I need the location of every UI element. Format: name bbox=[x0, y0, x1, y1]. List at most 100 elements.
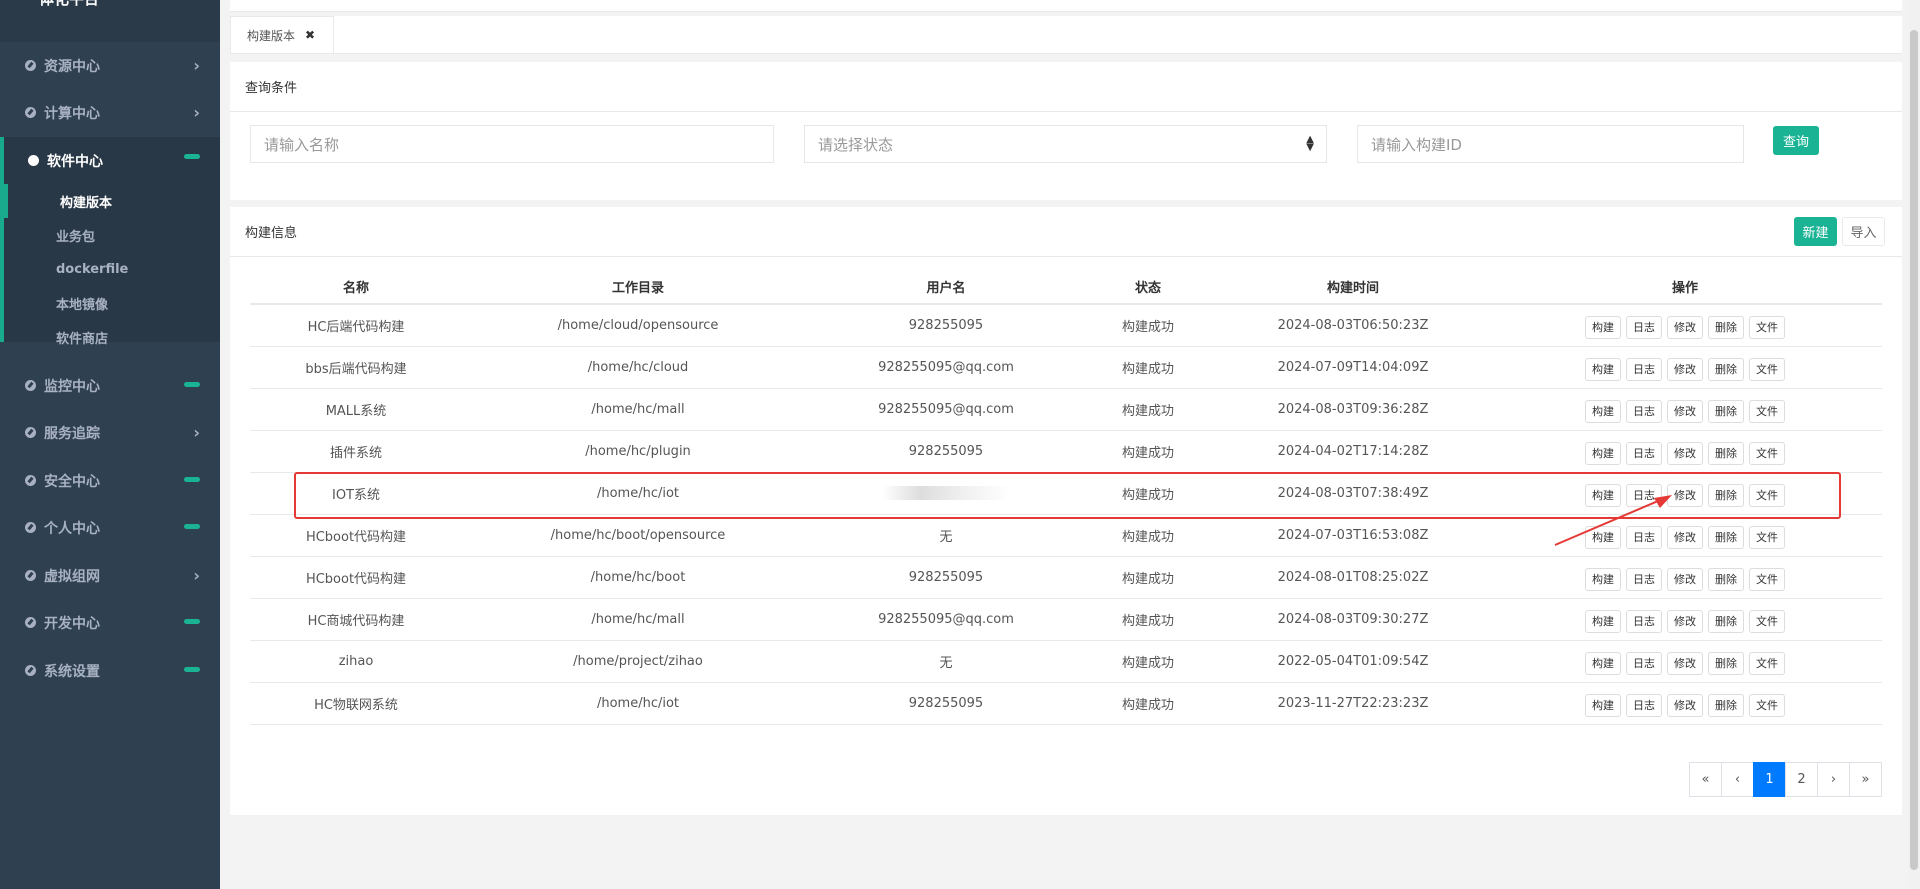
page-prev[interactable]: ‹ bbox=[1721, 762, 1754, 797]
row-actions: 构建 日志 修改 删除 文件 bbox=[1488, 354, 1882, 381]
log-button[interactable]: 日志 bbox=[1626, 441, 1662, 465]
gear-icon bbox=[25, 107, 36, 118]
col-user: 用户名 bbox=[814, 270, 1078, 305]
edit-button[interactable]: 修改 bbox=[1667, 399, 1703, 423]
sidebar-item-compute[interactable]: 计算中心 › bbox=[0, 89, 220, 136]
sidebar-item-software[interactable]: 软件中心 bbox=[4, 137, 220, 184]
import-button[interactable]: 导入 bbox=[1842, 217, 1885, 246]
sidebar-item-vnet[interactable]: 虚拟组网 › bbox=[0, 552, 220, 599]
sidebar-item-monitor[interactable]: 监控中心 bbox=[0, 362, 220, 409]
delete-button[interactable]: 删除 bbox=[1708, 399, 1744, 423]
file-button[interactable]: 文件 bbox=[1749, 525, 1785, 549]
sidebar-item-security[interactable]: 安全中心 bbox=[0, 457, 220, 504]
row-actions: 构建 日志 修改 删除 文件 bbox=[1488, 690, 1882, 717]
delete-button[interactable]: 删除 bbox=[1708, 357, 1744, 381]
sidebar-item-label: 安全中心 bbox=[44, 473, 100, 490]
build-id-input[interactable]: 请输入构建ID bbox=[1357, 125, 1744, 163]
build-button[interactable]: 构建 bbox=[1585, 567, 1621, 591]
log-button[interactable]: 日志 bbox=[1626, 357, 1662, 381]
delete-button[interactable]: 删除 bbox=[1708, 567, 1744, 591]
delete-button[interactable]: 删除 bbox=[1708, 441, 1744, 465]
gear-icon bbox=[25, 617, 36, 628]
pagination: « ‹ 1 2 › » bbox=[1689, 762, 1882, 797]
file-button[interactable]: 文件 bbox=[1749, 651, 1785, 675]
page-next[interactable]: › bbox=[1817, 762, 1850, 797]
sidebar-item-settings[interactable]: 系统设置 bbox=[0, 647, 220, 694]
log-button[interactable]: 日志 bbox=[1626, 315, 1662, 339]
sidebar: 一体化平台 资源中心 › 计算中心 › 软件中心 构建版本 业务包 docker… bbox=[0, 0, 220, 889]
submenu-business-package[interactable]: 业务包 bbox=[4, 218, 220, 252]
cell-dir: /home/hc/mall bbox=[462, 598, 814, 641]
log-button[interactable]: 日志 bbox=[1626, 651, 1662, 675]
build-button[interactable]: 构建 bbox=[1585, 441, 1621, 465]
log-button[interactable]: 日志 bbox=[1626, 567, 1662, 591]
build-button[interactable]: 构建 bbox=[1585, 609, 1621, 633]
cell-dir: /home/cloud/opensource bbox=[462, 304, 814, 347]
status-select[interactable]: 请选择状态 ▲ ▼ bbox=[804, 125, 1327, 163]
build-button[interactable]: 构建 bbox=[1585, 693, 1621, 717]
file-button[interactable]: 文件 bbox=[1749, 357, 1785, 381]
sidebar-item-resource[interactable]: 资源中心 › bbox=[0, 42, 220, 89]
file-button[interactable]: 文件 bbox=[1749, 441, 1785, 465]
edit-button[interactable]: 修改 bbox=[1667, 357, 1703, 381]
file-button[interactable]: 文件 bbox=[1749, 609, 1785, 633]
search-button[interactable]: 查询 bbox=[1773, 126, 1819, 155]
submenu-local-image[interactable]: 本地镜像 bbox=[4, 286, 220, 320]
submenu-dockerfile[interactable]: dockerfile bbox=[4, 252, 220, 286]
query-panel-title: 查询条件 bbox=[230, 62, 1902, 112]
close-icon[interactable]: ✖ bbox=[305, 28, 315, 42]
chevron-right-icon: › bbox=[193, 566, 200, 585]
edit-button[interactable]: 修改 bbox=[1667, 441, 1703, 465]
cell-name: HC物联网系统 bbox=[250, 682, 462, 725]
delete-button[interactable]: 删除 bbox=[1708, 315, 1744, 339]
file-button[interactable]: 文件 bbox=[1749, 315, 1785, 339]
row-actions: 构建 日志 修改 删除 文件 bbox=[1488, 396, 1882, 423]
sidebar-item-label: 系统设置 bbox=[44, 663, 100, 680]
cell-status: 构建成功 bbox=[1078, 304, 1218, 347]
build-button[interactable]: 构建 bbox=[1585, 651, 1621, 675]
page-1[interactable]: 1 bbox=[1753, 762, 1786, 797]
delete-button[interactable]: 删除 bbox=[1708, 609, 1744, 633]
cell-time: 2022-05-04T01:09:54Z bbox=[1218, 640, 1488, 683]
tab-build-version[interactable]: 构建版本 ✖ bbox=[230, 16, 334, 53]
edit-button[interactable]: 修改 bbox=[1667, 567, 1703, 591]
file-button[interactable]: 文件 bbox=[1749, 693, 1785, 717]
submenu-build-version[interactable]: 构建版本 bbox=[4, 184, 220, 218]
log-button[interactable]: 日志 bbox=[1626, 693, 1662, 717]
sidebar-item-dev[interactable]: 开发中心 bbox=[0, 599, 220, 646]
tab-label: 构建版本 bbox=[247, 28, 296, 43]
sidebar-item-trace[interactable]: 服务追踪 › bbox=[0, 409, 220, 456]
edit-button[interactable]: 修改 bbox=[1667, 693, 1703, 717]
new-button[interactable]: 新建 bbox=[1794, 217, 1837, 246]
cell-dir: /home/hc/mall bbox=[462, 388, 814, 431]
row-actions: 构建 日志 修改 删除 文件 bbox=[1488, 606, 1882, 633]
file-button[interactable]: 文件 bbox=[1749, 567, 1785, 591]
page-2[interactable]: 2 bbox=[1785, 762, 1818, 797]
submenu-software-store[interactable]: 软件商店 bbox=[4, 320, 220, 354]
build-info-title: 构建信息 bbox=[230, 207, 1902, 257]
edit-button[interactable]: 修改 bbox=[1667, 651, 1703, 675]
page-first[interactable]: « bbox=[1689, 762, 1722, 797]
sidebar-item-personal[interactable]: 个人中心 bbox=[0, 504, 220, 551]
build-button[interactable]: 构建 bbox=[1585, 399, 1621, 423]
build-button[interactable]: 构建 bbox=[1585, 357, 1621, 381]
scrollbar-thumb[interactable] bbox=[1910, 30, 1918, 870]
cell-name: HC后端代码构建 bbox=[250, 304, 462, 347]
edit-button[interactable]: 修改 bbox=[1667, 315, 1703, 339]
name-input[interactable]: 请输入名称 bbox=[250, 125, 774, 163]
col-name: 名称 bbox=[250, 270, 462, 305]
cell-ops: 构建 日志 修改 删除 文件 bbox=[1488, 598, 1882, 641]
delete-button[interactable]: 删除 bbox=[1708, 525, 1744, 549]
build-button[interactable]: 构建 bbox=[1585, 315, 1621, 339]
delete-button[interactable]: 删除 bbox=[1708, 651, 1744, 675]
edit-button[interactable]: 修改 bbox=[1667, 609, 1703, 633]
page-last[interactable]: » bbox=[1849, 762, 1882, 797]
delete-button[interactable]: 删除 bbox=[1708, 693, 1744, 717]
row-actions: 构建 日志 修改 删除 文件 bbox=[1488, 312, 1882, 339]
file-button[interactable]: 文件 bbox=[1749, 399, 1785, 423]
log-button[interactable]: 日志 bbox=[1626, 399, 1662, 423]
table-row: HCboot代码构建/home/hc/boot 928255095 构建成功 2024… bbox=[250, 556, 1882, 599]
cell-name: HCboot代码构建 bbox=[250, 514, 462, 557]
log-button[interactable]: 日志 bbox=[1626, 609, 1662, 633]
cell-status: 构建成功 bbox=[1078, 346, 1218, 389]
